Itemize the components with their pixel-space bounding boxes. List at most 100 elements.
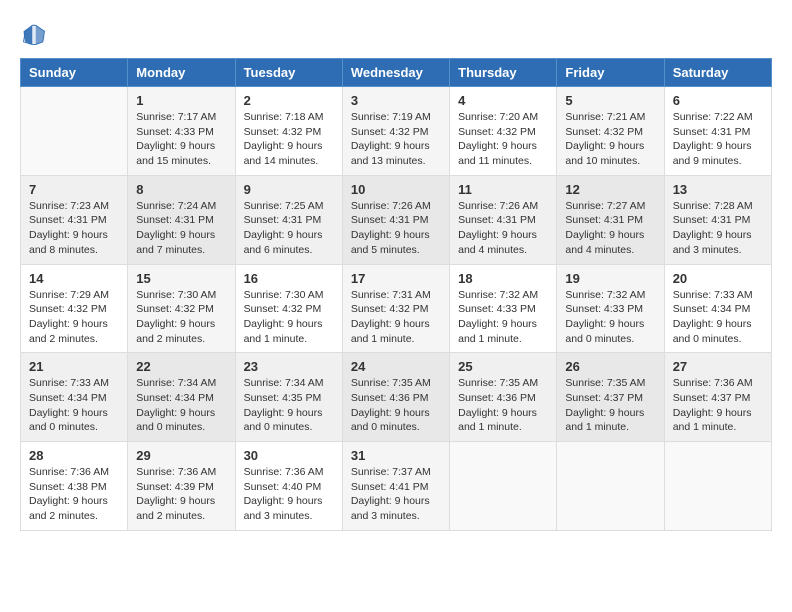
calendar-day-cell: 2 Sunrise: 7:18 AM Sunset: 4:32 PM Daylig…	[235, 87, 342, 176]
day-number: 29	[136, 448, 226, 463]
day-number: 11	[458, 182, 548, 197]
day-number: 1	[136, 93, 226, 108]
day-number: 22	[136, 359, 226, 374]
day-of-week-header: Saturday	[664, 59, 771, 87]
day-number: 14	[29, 271, 119, 286]
day-info: Sunrise: 7:32 AM Sunset: 4:33 PM Dayligh…	[565, 288, 655, 347]
calendar-day-cell: 16Sunrise: 7:30 AM Sunset: 4:32 PM Dayli…	[235, 264, 342, 353]
day-info: Sunrise: 7:19 AM Sunset: 4:32 PM Dayligh…	[351, 110, 441, 169]
calendar-day-cell: 7 Sunrise: 7:23 AM Sunset: 4:31 PM Daylig…	[21, 175, 128, 264]
page-header	[20, 20, 772, 48]
day-info: Sunrise: 7:31 AM Sunset: 4:32 PM Dayligh…	[351, 288, 441, 347]
day-info: Sunrise: 7:30 AM Sunset: 4:32 PM Dayligh…	[136, 288, 226, 347]
day-number: 2	[244, 93, 334, 108]
day-number: 21	[29, 359, 119, 374]
calendar-day-cell: 20 Sunrise: 7:33 AM Sunset: 4:34 PM Dayli…	[664, 264, 771, 353]
day-number: 23	[244, 359, 334, 374]
calendar-day-cell: 11 Sunrise: 7:26 AM Sunset: 4:31 PM Dayli…	[450, 175, 557, 264]
calendar-day-cell: 19 Sunrise: 7:32 AM Sunset: 4:33 PM Dayli…	[557, 264, 664, 353]
day-info: Sunrise: 7:27 AM Sunset: 4:31 PM Dayligh…	[565, 199, 655, 258]
day-info: Sunrise: 7:18 AM Sunset: 4:32 PM Dayligh…	[244, 110, 334, 169]
calendar-day-cell	[557, 442, 664, 531]
calendar-day-cell: 4 Sunrise: 7:20 AM Sunset: 4:32 PM Daylig…	[450, 87, 557, 176]
day-info: Sunrise: 7:34 AM Sunset: 4:34 PM Dayligh…	[136, 376, 226, 435]
day-number: 13	[673, 182, 763, 197]
day-number: 4	[458, 93, 548, 108]
calendar-day-cell	[21, 87, 128, 176]
calendar-week-row: 21 Sunrise: 7:33 AM Sunset: 4:34 PM Dayli…	[21, 353, 772, 442]
day-of-week-header: Friday	[557, 59, 664, 87]
day-info: Sunrise: 7:23 AM Sunset: 4:31 PM Dayligh…	[29, 199, 119, 258]
day-number: 25	[458, 359, 548, 374]
calendar-day-cell: 24Sunrise: 7:35 AM Sunset: 4:36 PM Dayli…	[342, 353, 449, 442]
calendar-day-cell: 9 Sunrise: 7:25 AM Sunset: 4:31 PM Daylig…	[235, 175, 342, 264]
calendar-day-cell: 18Sunrise: 7:32 AM Sunset: 4:33 PM Dayli…	[450, 264, 557, 353]
day-number: 9	[244, 182, 334, 197]
day-info: Sunrise: 7:36 AM Sunset: 4:39 PM Dayligh…	[136, 465, 226, 524]
calendar-day-cell: 17Sunrise: 7:31 AM Sunset: 4:32 PM Dayli…	[342, 264, 449, 353]
calendar-week-row: 7 Sunrise: 7:23 AM Sunset: 4:31 PM Daylig…	[21, 175, 772, 264]
day-number: 26	[565, 359, 655, 374]
calendar-day-cell: 29 Sunrise: 7:36 AM Sunset: 4:39 PM Dayli…	[128, 442, 235, 531]
day-number: 24	[351, 359, 441, 374]
day-info: Sunrise: 7:20 AM Sunset: 4:32 PM Dayligh…	[458, 110, 548, 169]
calendar-day-cell: 10 Sunrise: 7:26 AM Sunset: 4:31 PM Dayli…	[342, 175, 449, 264]
day-info: Sunrise: 7:22 AM Sunset: 4:31 PM Dayligh…	[673, 110, 763, 169]
day-number: 19	[565, 271, 655, 286]
calendar-day-cell: 22 Sunrise: 7:34 AM Sunset: 4:34 PM Dayli…	[128, 353, 235, 442]
day-info: Sunrise: 7:33 AM Sunset: 4:34 PM Dayligh…	[29, 376, 119, 435]
day-info: Sunrise: 7:34 AM Sunset: 4:35 PM Dayligh…	[244, 376, 334, 435]
day-info: Sunrise: 7:28 AM Sunset: 4:31 PM Dayligh…	[673, 199, 763, 258]
day-info: Sunrise: 7:24 AM Sunset: 4:31 PM Dayligh…	[136, 199, 226, 258]
calendar-day-cell: 12Sunrise: 7:27 AM Sunset: 4:31 PM Dayli…	[557, 175, 664, 264]
calendar-day-cell: 28Sunrise: 7:36 AM Sunset: 4:38 PM Dayli…	[21, 442, 128, 531]
day-number: 6	[673, 93, 763, 108]
day-number: 15	[136, 271, 226, 286]
day-number: 27	[673, 359, 763, 374]
calendar-week-row: 1 Sunrise: 7:17 AM Sunset: 4:33 PM Daylig…	[21, 87, 772, 176]
day-number: 16	[244, 271, 334, 286]
calendar-day-cell: 1 Sunrise: 7:17 AM Sunset: 4:33 PM Daylig…	[128, 87, 235, 176]
day-info: Sunrise: 7:29 AM Sunset: 4:32 PM Dayligh…	[29, 288, 119, 347]
day-number: 20	[673, 271, 763, 286]
day-of-week-header: Sunday	[21, 59, 128, 87]
day-info: Sunrise: 7:25 AM Sunset: 4:31 PM Dayligh…	[244, 199, 334, 258]
day-info: Sunrise: 7:35 AM Sunset: 4:36 PM Dayligh…	[458, 376, 548, 435]
logo-icon	[20, 20, 48, 48]
calendar-day-cell: 25 Sunrise: 7:35 AM Sunset: 4:36 PM Dayli…	[450, 353, 557, 442]
calendar-header-row: SundayMondayTuesdayWednesdayThursdayFrid…	[21, 59, 772, 87]
calendar-day-cell: 13 Sunrise: 7:28 AM Sunset: 4:31 PM Dayli…	[664, 175, 771, 264]
calendar-day-cell: 26 Sunrise: 7:35 AM Sunset: 4:37 PM Dayli…	[557, 353, 664, 442]
day-number: 3	[351, 93, 441, 108]
calendar-week-row: 14 Sunrise: 7:29 AM Sunset: 4:32 PM Dayli…	[21, 264, 772, 353]
day-info: Sunrise: 7:37 AM Sunset: 4:41 PM Dayligh…	[351, 465, 441, 524]
calendar-day-cell: 14 Sunrise: 7:29 AM Sunset: 4:32 PM Dayli…	[21, 264, 128, 353]
logo	[20, 20, 52, 48]
day-info: Sunrise: 7:35 AM Sunset: 4:37 PM Dayligh…	[565, 376, 655, 435]
day-info: Sunrise: 7:26 AM Sunset: 4:31 PM Dayligh…	[458, 199, 548, 258]
day-of-week-header: Tuesday	[235, 59, 342, 87]
day-of-week-header: Wednesday	[342, 59, 449, 87]
day-number: 10	[351, 182, 441, 197]
day-info: Sunrise: 7:26 AM Sunset: 4:31 PM Dayligh…	[351, 199, 441, 258]
calendar-day-cell: 27 Sunrise: 7:36 AM Sunset: 4:37 PM Dayli…	[664, 353, 771, 442]
calendar-day-cell: 5Sunrise: 7:21 AM Sunset: 4:32 PM Daylig…	[557, 87, 664, 176]
calendar-day-cell: 8 Sunrise: 7:24 AM Sunset: 4:31 PM Daylig…	[128, 175, 235, 264]
calendar-day-cell: 6 Sunrise: 7:22 AM Sunset: 4:31 PM Daylig…	[664, 87, 771, 176]
calendar-day-cell: 23 Sunrise: 7:34 AM Sunset: 4:35 PM Dayli…	[235, 353, 342, 442]
day-info: Sunrise: 7:17 AM Sunset: 4:33 PM Dayligh…	[136, 110, 226, 169]
day-number: 8	[136, 182, 226, 197]
day-info: Sunrise: 7:36 AM Sunset: 4:40 PM Dayligh…	[244, 465, 334, 524]
calendar-day-cell: 31Sunrise: 7:37 AM Sunset: 4:41 PM Dayli…	[342, 442, 449, 531]
calendar-day-cell	[664, 442, 771, 531]
calendar-day-cell: 21 Sunrise: 7:33 AM Sunset: 4:34 PM Dayli…	[21, 353, 128, 442]
day-of-week-header: Monday	[128, 59, 235, 87]
calendar-table: SundayMondayTuesdayWednesdayThursdayFrid…	[20, 58, 772, 531]
day-number: 30	[244, 448, 334, 463]
day-number: 7	[29, 182, 119, 197]
day-info: Sunrise: 7:33 AM Sunset: 4:34 PM Dayligh…	[673, 288, 763, 347]
day-of-week-header: Thursday	[450, 59, 557, 87]
day-info: Sunrise: 7:36 AM Sunset: 4:37 PM Dayligh…	[673, 376, 763, 435]
calendar-day-cell	[450, 442, 557, 531]
day-number: 5	[565, 93, 655, 108]
